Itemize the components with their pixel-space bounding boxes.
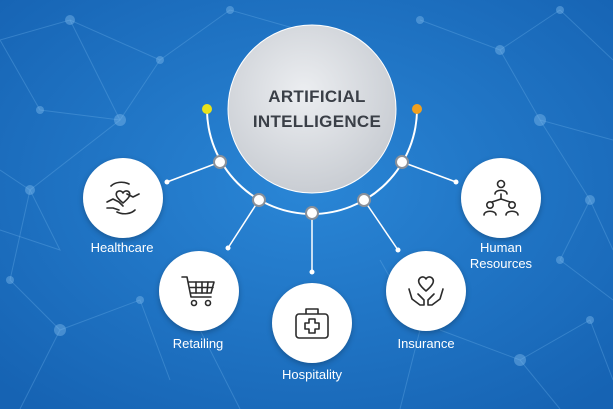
hospitality-node <box>272 283 352 363</box>
healthcare-label: Healthcare <box>90 240 154 255</box>
insurance-label: Insurance <box>397 336 455 351</box>
human-resources-label-line1: Human <box>480 240 522 255</box>
healthcare-node <box>83 158 163 238</box>
people-network-icon <box>483 179 519 216</box>
hands-heart-icon <box>106 181 140 215</box>
retailing-label: Retailing <box>172 336 224 351</box>
retailing-node <box>159 251 239 331</box>
ai-applications-diagram: ARTIFICIAL INTELLIGENCE Healthcare Retai… <box>0 0 613 409</box>
human-resources-label-line2: Resources <box>469 256 533 271</box>
arc-end-dot-right <box>412 104 422 114</box>
hands-holding-heart-icon <box>408 276 444 306</box>
first-aid-kit-icon <box>295 308 329 339</box>
hospitality-label: Hospitality <box>282 367 342 382</box>
arc-end-dot-left <box>202 104 212 114</box>
hub-title: ARTIFICIAL INTELLIGENCE <box>232 84 402 134</box>
shopping-cart-icon <box>181 276 215 307</box>
human-resources-node <box>461 158 541 238</box>
human-resources-label: Human Resources <box>441 240 561 272</box>
hub-title-line1: ARTIFICIAL <box>268 87 366 106</box>
hub-title-line2: INTELLIGENCE <box>252 112 382 131</box>
